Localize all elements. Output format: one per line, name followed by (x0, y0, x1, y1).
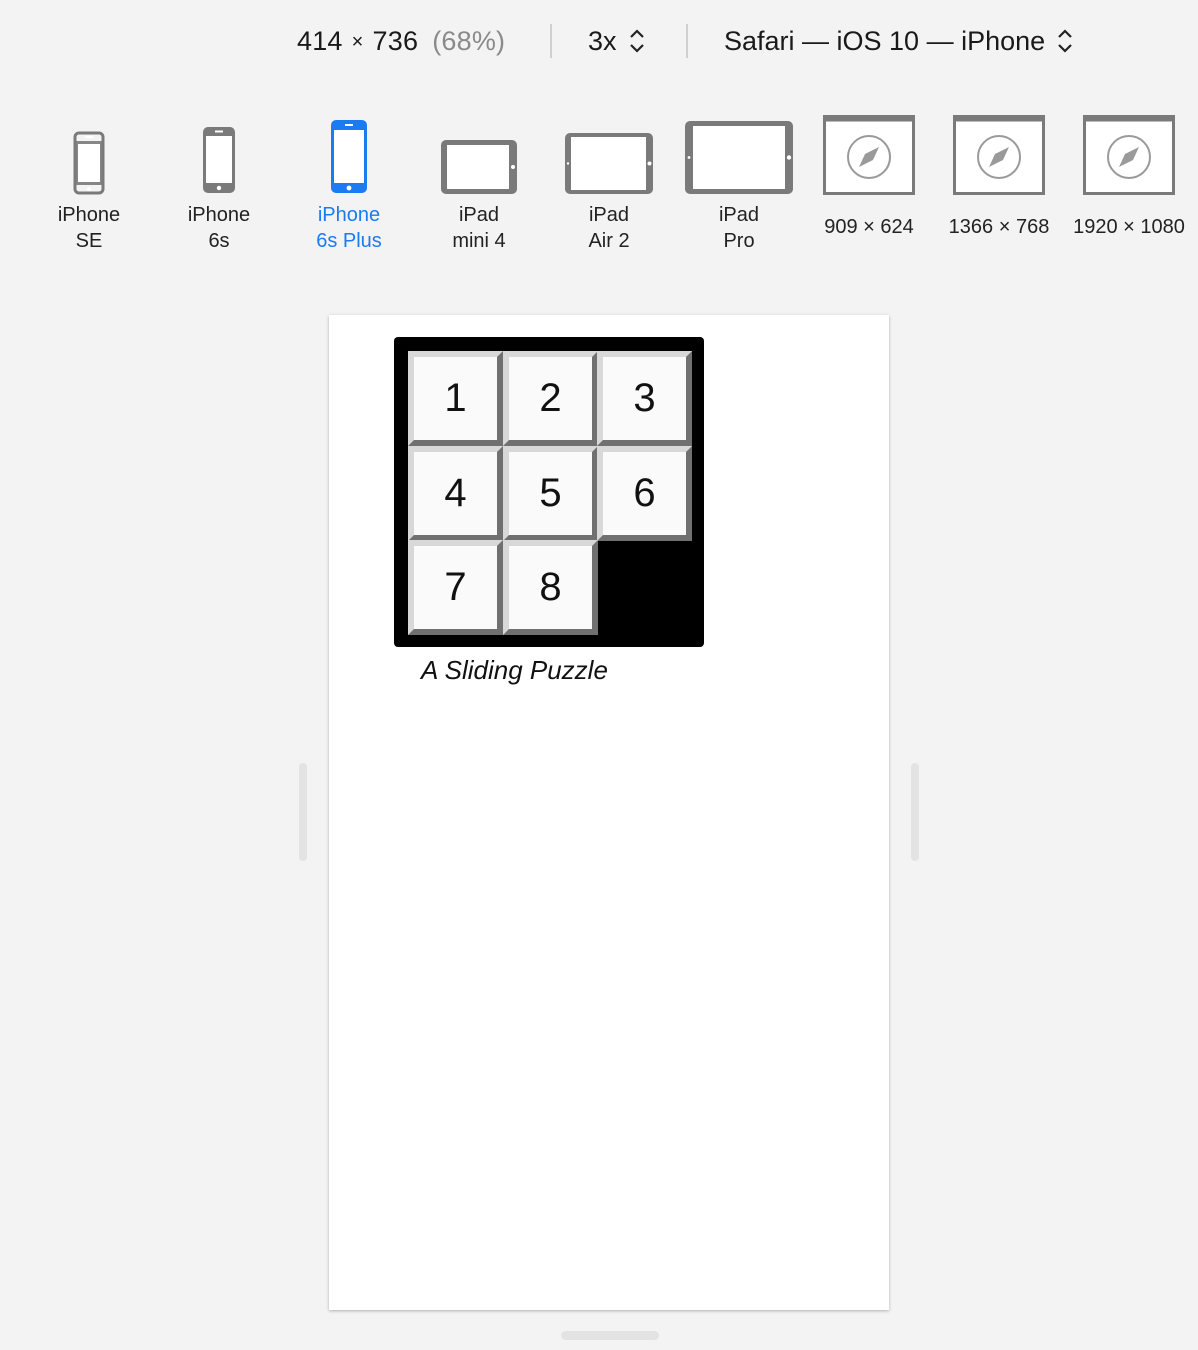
device-label: iPad (458, 204, 500, 226)
pixel-ratio-value: 3x (588, 26, 617, 56)
resize-handle-bottom[interactable] (561, 1331, 659, 1340)
iphone-icon (331, 120, 367, 193)
puzzle-tile[interactable]: 1 (408, 351, 503, 446)
device-ipad-air-2[interactable]: iPad Air 2 (544, 100, 674, 260)
device-label: iPhone (317, 204, 381, 226)
device-label: Air 2 (588, 230, 630, 252)
device-iphone-6s[interactable]: iPhone 6s (154, 100, 284, 260)
viewport-dimensions[interactable]: 414 × 736 (68%) (297, 26, 505, 57)
resize-handle-right[interactable] (911, 763, 919, 861)
device-presets: iPhone SE iPhone 6s iPhone 6s Plus iPad mini… (0, 100, 1198, 270)
stepper-icon (629, 28, 645, 54)
device-909x624[interactable]: 909 × 624 (804, 100, 934, 260)
zoom-percentage: (68%) (432, 26, 506, 56)
puzzle-tile[interactable]: 8 (503, 540, 598, 635)
puzzle-caption: A Sliding Puzzle (421, 655, 608, 685)
sliding-puzzle-board: 1 2 3 4 5 6 7 8 (394, 337, 704, 647)
viewport-width[interactable]: 414 (297, 26, 343, 56)
iphone-icon (203, 127, 235, 193)
device-ipad-mini-4[interactable]: iPad mini 4 (414, 100, 544, 260)
device-viewport: 1 2 3 4 5 6 7 8 A Sliding Puzzle (329, 315, 889, 1310)
responsive-toolbar: 414 × 736 (68%) 3x Safari — iOS 10 — iPhone (0, 0, 1198, 90)
dimension-separator: × (351, 31, 364, 53)
safari-window-icon (953, 115, 1045, 195)
device-label: 6s (208, 230, 230, 252)
device-label: iPhone (187, 204, 251, 226)
resize-handle-left[interactable] (299, 763, 307, 861)
device-label: 909 × 624 (824, 216, 914, 238)
puzzle-tile[interactable]: 4 (408, 446, 503, 541)
stepper-icon (1057, 28, 1073, 54)
puzzle-tile[interactable]: 2 (503, 351, 598, 446)
device-label: SE (75, 230, 103, 252)
ipad-icon (685, 121, 793, 194)
device-iphone-se[interactable]: iPhone SE (24, 100, 154, 260)
device-label: 6s Plus (316, 230, 382, 252)
puzzle-tile[interactable]: 6 (597, 446, 692, 541)
device-ipad-pro[interactable]: iPad Pro (674, 100, 804, 260)
safari-window-icon (823, 115, 915, 195)
puzzle-tile[interactable]: 5 (503, 446, 598, 541)
user-agent-value: Safari — iOS 10 — iPhone (724, 26, 1046, 56)
device-label: iPhone (57, 204, 121, 226)
safari-window-icon (1083, 115, 1175, 195)
pixel-ratio-select[interactable]: 3x (588, 26, 645, 57)
ipad-icon (441, 140, 517, 194)
device-label: 1366 × 768 (948, 216, 1050, 238)
toolbar-divider (550, 24, 552, 58)
puzzle-tile[interactable]: 7 (408, 540, 503, 635)
device-label: 1920 × 1080 (1073, 216, 1185, 238)
device-iphone-6s-plus[interactable]: iPhone 6s Plus (284, 100, 414, 260)
iphone-icon (73, 131, 105, 195)
viewport-height[interactable]: 736 (373, 26, 419, 56)
device-1920x1080[interactable]: 1920 × 1080 (1064, 100, 1194, 260)
device-label: iPad (588, 204, 630, 226)
puzzle-tile[interactable]: 3 (597, 351, 692, 446)
toolbar-divider (686, 24, 688, 58)
device-label: Pro (723, 230, 755, 252)
ipad-icon (565, 133, 653, 194)
device-label: mini 4 (452, 230, 506, 252)
device-1366x768[interactable]: 1366 × 768 (934, 100, 1064, 260)
device-label: iPad (718, 204, 760, 226)
user-agent-select[interactable]: Safari — iOS 10 — iPhone (724, 26, 1073, 57)
